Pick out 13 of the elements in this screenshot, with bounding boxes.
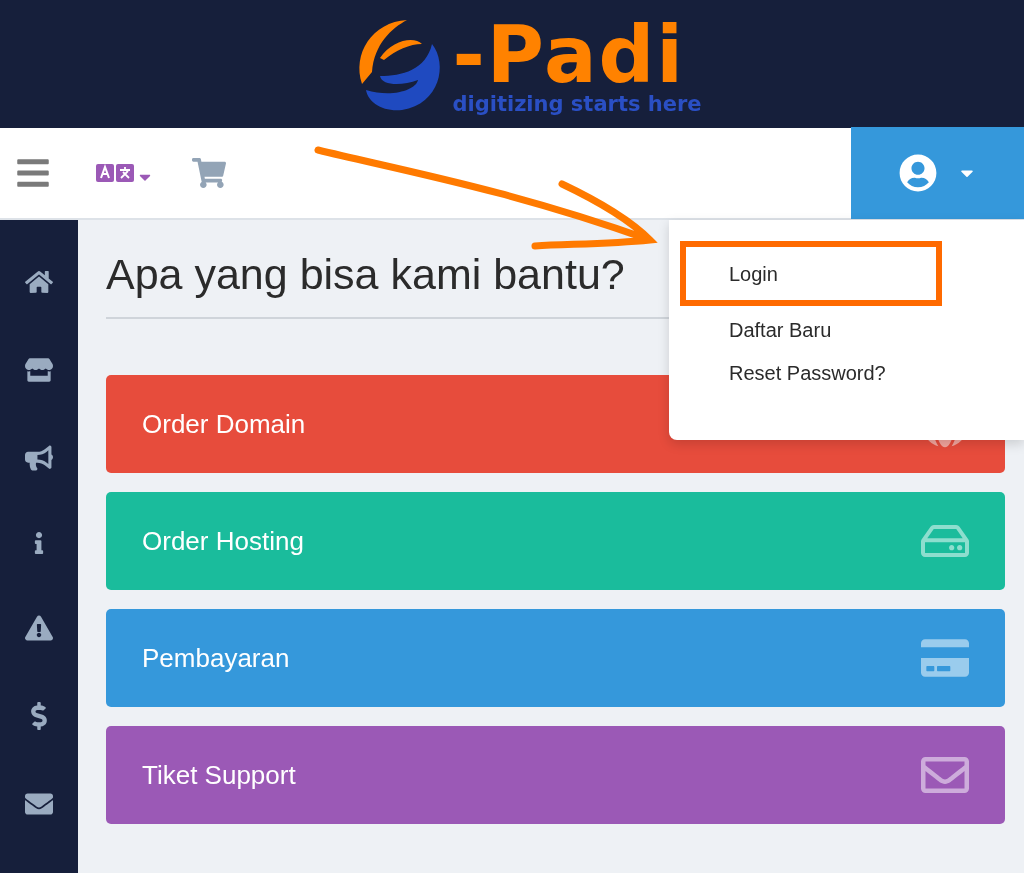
cart-button[interactable]: [192, 156, 226, 190]
menu-item[interactable]: Login: [680, 241, 942, 306]
megaphone-icon[interactable]: [25, 444, 53, 472]
service-card[interactable]: Order Hosting: [106, 492, 1005, 590]
translate-icon: [96, 163, 136, 183]
user-menu-button[interactable]: [851, 127, 1024, 219]
store-icon[interactable]: [25, 356, 53, 384]
user-avatar-icon: [898, 154, 937, 192]
home-icon[interactable]: [25, 268, 53, 296]
warning-icon[interactable]: [25, 614, 53, 642]
logo-tagline: digitizing starts here: [452, 93, 702, 115]
service-card[interactable]: Tiket Support: [106, 726, 1005, 824]
service-card[interactable]: Pembayaran: [106, 609, 1005, 707]
